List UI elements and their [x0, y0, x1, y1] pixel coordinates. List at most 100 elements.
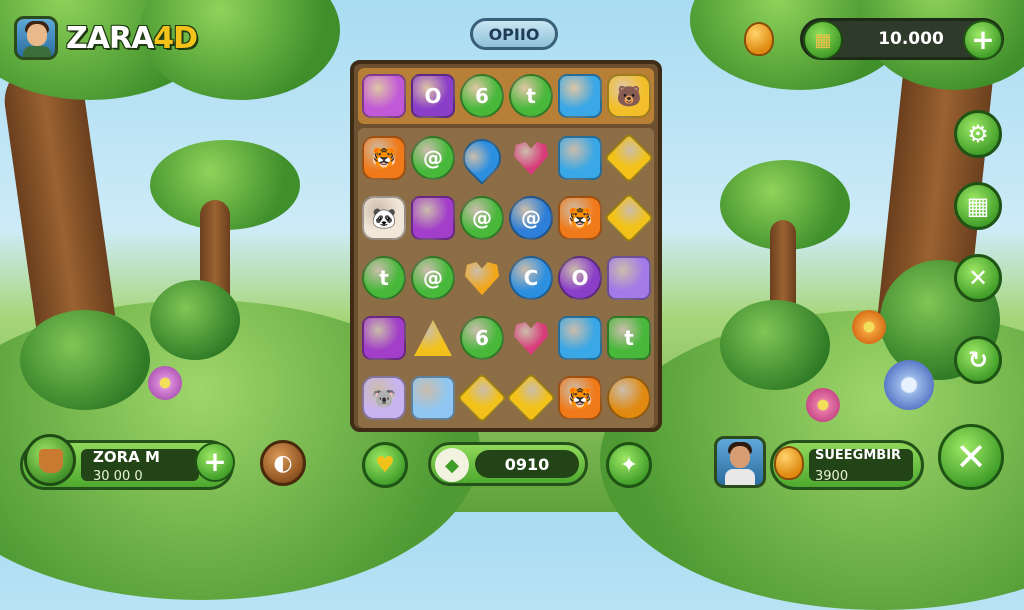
heart-booster-icon[interactable]: ♥: [362, 442, 408, 488]
gem-glyph: 🐨: [371, 386, 397, 410]
gem-glyph: 🐻: [616, 84, 642, 108]
heart-gem-icon: [513, 142, 549, 176]
circle-gem-icon: @: [460, 196, 504, 240]
grid-gem[interactable]: [508, 315, 554, 361]
grid-gem[interactable]: O: [557, 255, 603, 301]
game-board: O 6 t 🐻 🐯 @ 🐼 @ @ 🐯 t @ C O 6 t 🐨 🐯: [350, 60, 662, 432]
currency-value: 10.000: [878, 29, 944, 49]
grid-gem[interactable]: [606, 375, 652, 421]
gem-glyph: @: [521, 206, 541, 230]
close-button[interactable]: ✕: [938, 424, 1004, 490]
grid-gem[interactable]: [508, 135, 554, 181]
square-gem-icon: [362, 316, 406, 360]
drop-gem-icon: [455, 131, 509, 185]
grid-gem[interactable]: [557, 135, 603, 181]
coin-icon[interactable]: [744, 22, 774, 56]
grid-gem[interactable]: [410, 375, 456, 421]
circle-gem-icon: t: [362, 256, 406, 300]
gem-glyph: 6: [475, 84, 489, 108]
circle-gem-icon: C: [509, 256, 553, 300]
grid-gem[interactable]: t: [361, 255, 407, 301]
diamond-gem-icon: [505, 372, 557, 424]
treasure-icon: ▦: [803, 20, 843, 60]
gem-glyph: @: [423, 266, 443, 290]
add-currency-button[interactable]: +: [963, 20, 1003, 60]
gem-glyph: C: [523, 266, 539, 290]
animal-gem-icon: 🐻: [607, 74, 651, 118]
grid-gem[interactable]: 🐯: [557, 195, 603, 241]
gem-glyph: t: [379, 266, 389, 290]
opponent-score: 3900: [815, 469, 849, 484]
grid-gem[interactable]: [361, 315, 407, 361]
animal-gem-icon: 🐨: [362, 376, 406, 420]
shield-icon[interactable]: ◐: [260, 440, 306, 486]
opponent-avatar[interactable]: [714, 436, 766, 488]
top-row-gem[interactable]: 🐻: [606, 73, 652, 119]
circle-gem-icon: [607, 376, 651, 420]
diamond-gem-icon: [603, 192, 655, 244]
circle-gem-icon: t: [509, 74, 553, 118]
grid-gem[interactable]: t: [606, 315, 652, 361]
gear-icon[interactable]: ⚙: [954, 110, 1002, 158]
gem-glyph: 🐯: [371, 146, 397, 170]
currency-bar: ▦ 10.000 +: [800, 18, 1004, 60]
circle-gem-icon: 6: [460, 74, 504, 118]
booster-icon[interactable]: ✦: [606, 442, 652, 488]
grid-gem[interactable]: [603, 192, 655, 244]
brand-header: ZARA4D: [14, 16, 198, 60]
grid-gem[interactable]: 🐼: [361, 195, 407, 241]
bucket-icon[interactable]: [24, 434, 76, 486]
animal-gem-icon: 🐼: [362, 196, 406, 240]
gem-grid: 🐯 @ 🐼 @ @ 🐯 t @ C O 6 t 🐨 🐯: [358, 128, 655, 428]
opponent-name: SUEEGMBIR: [815, 448, 902, 463]
gem-glyph: @: [423, 146, 443, 170]
grid-gem[interactable]: @: [410, 255, 456, 301]
map-icon[interactable]: ▦: [954, 182, 1002, 230]
square-gem-icon: [411, 376, 455, 420]
animal-gem-icon: 🐯: [558, 376, 602, 420]
player-avatar[interactable]: [14, 16, 58, 60]
square-gem-icon: [362, 74, 406, 118]
grid-gem[interactable]: [410, 315, 456, 361]
grid-gem[interactable]: @: [459, 195, 505, 241]
grid-gem[interactable]: [603, 132, 655, 184]
grid-gem[interactable]: [455, 131, 509, 185]
top-row-gem[interactable]: 6: [459, 73, 505, 119]
animal-gem-icon: 🐯: [558, 196, 602, 240]
grid-gem[interactable]: [505, 372, 557, 424]
grid-gem[interactable]: C: [508, 255, 554, 301]
grid-gem[interactable]: [459, 255, 505, 301]
refresh-icon[interactable]: ↻: [954, 336, 1002, 384]
grid-gem[interactable]: [557, 315, 603, 361]
gem-glyph: 🐯: [567, 386, 593, 410]
heart-gem-icon: [513, 322, 549, 356]
grid-gem[interactable]: 🐯: [361, 135, 407, 181]
grid-gem[interactable]: [410, 195, 456, 241]
level-indicator: OPIIO: [470, 18, 558, 50]
gem-glyph: 🐯: [567, 206, 593, 230]
top-row-gem[interactable]: [361, 73, 407, 119]
top-row-gem[interactable]: [557, 73, 603, 119]
grid-gem[interactable]: @: [410, 135, 456, 181]
board-top-row: O 6 t 🐻: [358, 68, 654, 124]
top-row-gem[interactable]: t: [508, 73, 554, 119]
top-row-gem[interactable]: O: [410, 73, 456, 119]
opponent-coin-icon: [774, 446, 804, 480]
circle-gem-icon: @: [509, 196, 553, 240]
gem-glyph: 🐼: [371, 206, 397, 230]
close-icon[interactable]: ✕: [954, 254, 1002, 302]
grid-gem[interactable]: 🐨: [361, 375, 407, 421]
player-score: 30 00 0: [93, 469, 143, 484]
grid-gem[interactable]: 6: [459, 315, 505, 361]
gem-glyph: @: [472, 206, 492, 230]
heart-gem-icon: [464, 262, 500, 296]
grid-gem[interactable]: @: [508, 195, 554, 241]
square-gem-icon: O: [411, 74, 455, 118]
gem-glyph: O: [571, 266, 589, 290]
grid-gem[interactable]: [456, 372, 508, 424]
circle-gem-icon: @: [411, 256, 455, 300]
gem-icon: ◆: [435, 448, 469, 482]
player-add-button[interactable]: +: [195, 442, 235, 482]
grid-gem[interactable]: 🐯: [557, 375, 603, 421]
grid-gem[interactable]: [606, 255, 652, 301]
